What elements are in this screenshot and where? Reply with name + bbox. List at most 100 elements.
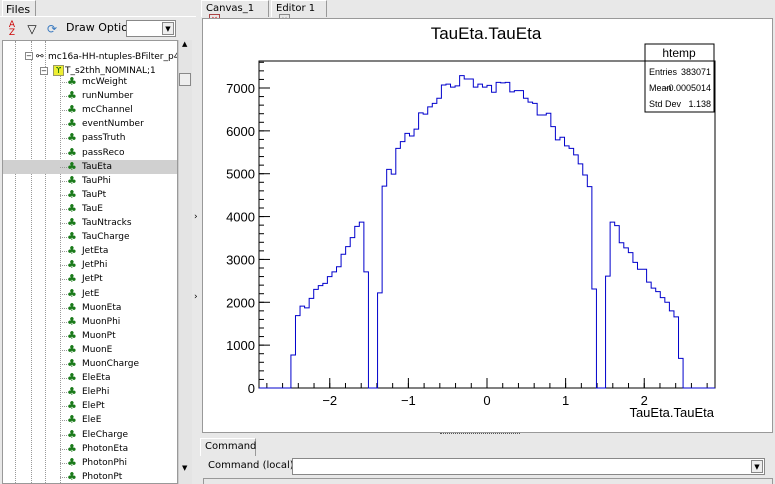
tree-branch-item[interactable]: ♣ mcChannel	[3, 103, 177, 117]
histogram-bin	[455, 86, 460, 388]
leaf-icon: ♣	[67, 187, 77, 201]
tree-branch-item[interactable]: ♣ EleE	[3, 413, 177, 427]
scrollbar-thumb[interactable]	[179, 73, 191, 86]
tree-connector	[60, 364, 67, 365]
tree-branch-item[interactable]: ♣ passTruth	[3, 131, 177, 145]
tree-branch-item[interactable]: ♣ PhotonEta	[3, 441, 177, 456]
histogram-bin	[473, 87, 478, 388]
collapse-icon[interactable]: −	[25, 52, 33, 60]
panel-splitter[interactable]: › ›	[193, 40, 200, 484]
tree-branch-item[interactable]: ♣ TauEta	[3, 159, 177, 174]
tree-branch-item[interactable]: ♣ TauCharge	[3, 230, 177, 244]
branch-label: TauE	[82, 203, 103, 214]
tree-connector	[60, 321, 67, 323]
histogram-bin	[346, 247, 351, 388]
tree-branch-item[interactable]: ♣ MuonPt	[3, 329, 177, 343]
leaf-icon: ♣	[67, 216, 77, 229]
tree-connector	[60, 152, 67, 154]
histogram-bin	[606, 276, 611, 388]
filter-icon[interactable]: ▽	[24, 21, 40, 37]
histogram-bin	[391, 174, 396, 388]
tree-branch-item[interactable]: ♣ JetPhi	[3, 258, 177, 272]
tree-branch-item[interactable]: ♣ runNumber	[3, 89, 177, 103]
tree-connector	[60, 237, 67, 239]
pane-resize-handle[interactable]	[440, 433, 520, 438]
branch-label: JetPhi	[82, 260, 108, 271]
tab-editor-1[interactable]: Editor 1✕	[271, 0, 327, 25]
tree-branch-item[interactable]: ♣ JetE	[3, 287, 177, 301]
tree-connector	[60, 434, 67, 436]
histogram-bin	[460, 76, 465, 388]
stats-value: 383071	[681, 67, 711, 77]
collapse-icon[interactable]: −	[40, 67, 48, 75]
histogram-bin	[528, 102, 533, 388]
branch-label: MuonPhi	[82, 316, 121, 327]
tree-branch-item[interactable]: ♣ TauE	[3, 202, 177, 216]
stats-value: 1.138	[688, 99, 711, 109]
histogram-bin	[419, 113, 424, 388]
tree-connector	[60, 166, 67, 168]
histogram-bin	[514, 91, 519, 388]
command-input[interactable]: ▼	[292, 458, 765, 475]
histogram-bin	[647, 282, 652, 388]
x-tick-label: 1	[562, 393, 569, 408]
sort-az-icon[interactable]: AZ	[4, 21, 20, 38]
tree-branch-item[interactable]: ♣ MuonE	[3, 343, 177, 357]
tree-branch-item[interactable]: ♣ JetPt	[3, 272, 177, 286]
leaf-icon: ♣	[67, 131, 77, 145]
tab-command[interactable]: Command	[200, 438, 256, 456]
tree-branch-item[interactable]: ♣ TauNtracks	[3, 216, 177, 230]
stats-box[interactable]: htemp Entries 383071 Mean −0.0005014 Std…	[644, 43, 715, 113]
leaf-icon: ♣	[67, 314, 77, 328]
histogram-bin	[610, 222, 615, 388]
histogram-bin	[615, 226, 620, 388]
histogram-bin	[482, 87, 487, 388]
tree-branch-item[interactable]: ♣ passReco	[3, 146, 177, 160]
tree-file-node[interactable]: − ⚯ mc16a-HH-ntuples-BFilter_p4355.root	[3, 50, 177, 64]
chevron-down-icon[interactable]: ▼	[162, 22, 174, 35]
histogram-bin	[428, 107, 433, 388]
histogram-bin	[300, 306, 305, 388]
branch-label: PhotonPt	[82, 471, 123, 482]
histogram-bin	[660, 298, 665, 388]
tree-branch-item[interactable]: ♣ ElePhi	[3, 385, 177, 399]
histogram-line	[259, 75, 715, 389]
tree-branch-item[interactable]: ♣ MuonPhi	[3, 314, 177, 329]
tree-branch-item[interactable]: ♣ mcWeight	[3, 75, 177, 89]
y-tick-label: 5000	[226, 167, 255, 182]
leaf-icon: ♣	[67, 427, 77, 441]
histogram-bin	[533, 103, 538, 388]
tree-connector	[60, 335, 67, 337]
histogram-bin	[432, 103, 437, 388]
draw-option-select[interactable]: ▼	[126, 20, 176, 37]
tree-connector	[60, 448, 67, 450]
tree-branch-item[interactable]: ♣ ElePt	[3, 399, 177, 413]
histogram-bin	[565, 146, 570, 388]
refresh-icon[interactable]: ⟳	[44, 21, 60, 37]
tree-branch-item[interactable]: ♣ TauPhi	[3, 174, 177, 188]
tree-branch-item[interactable]: ♣ EleEta	[3, 371, 177, 385]
tree-branch-item[interactable]: ♣ PhotonPhi	[3, 456, 177, 470]
tab-files[interactable]: Files	[2, 0, 36, 17]
tree-branch-item[interactable]: ♣ eventNumber	[3, 117, 177, 131]
tree-branch-item[interactable]: ♣ PhotonPt	[3, 470, 177, 483]
tree-branch-item[interactable]: ♣ JetEta	[3, 244, 177, 258]
tree-branch-item[interactable]: ♣ MuonCharge	[3, 357, 177, 371]
tree-branch-item[interactable]: ♣ EleCharge	[3, 427, 177, 442]
tree-vertical-scrollbar[interactable]: ▲ ▼	[178, 40, 192, 484]
tab-canvas-1[interactable]: Canvas_1✕	[201, 0, 269, 25]
chevron-right-icon[interactable]: ›	[194, 292, 198, 302]
branch-label: passReco	[82, 147, 125, 158]
chevron-down-icon[interactable]: ▼	[751, 460, 763, 473]
leaf-icon: ♣	[67, 230, 77, 244]
tree-connector	[60, 392, 67, 394]
x-tick-label: −1	[401, 393, 416, 408]
tab-label: Canvas_1	[206, 3, 255, 14]
tree-branch-item[interactable]: ♣ TauPt	[3, 187, 177, 202]
tree-branch-item[interactable]: ♣ MuonEta	[3, 301, 177, 315]
branch-label: MuonCharge	[82, 359, 139, 369]
branch-label: mcWeight	[82, 77, 128, 87]
chevron-right-icon[interactable]: ›	[194, 212, 198, 222]
histogram-plot[interactable]: TauEta.TauEta −2 −1 0 1 20100020003000400050…	[202, 18, 773, 433]
leaf-icon: ♣	[67, 441, 77, 455]
